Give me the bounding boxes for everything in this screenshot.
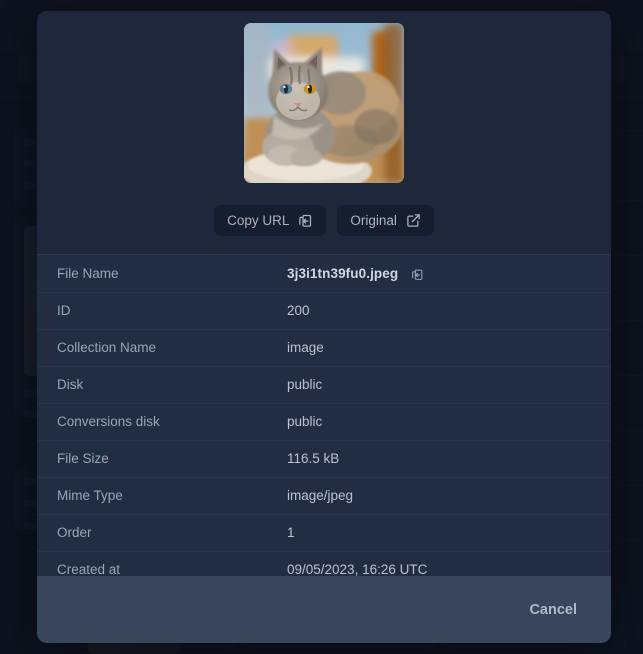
cancel-button[interactable]: Cancel xyxy=(517,594,589,626)
preview-image[interactable] xyxy=(244,23,404,183)
detail-value: 1 xyxy=(267,514,611,552)
modal-preview-section: Copy URL Original xyxy=(37,11,611,254)
detail-key: Created at xyxy=(37,551,267,576)
detail-value: image xyxy=(267,329,611,367)
original-label: Original xyxy=(350,212,397,228)
media-details-table-body: File Name 3j3i1tn39fu0.jpeg ID 200 Colle… xyxy=(37,255,611,576)
media-details-table: File Name 3j3i1tn39fu0.jpeg ID 200 Colle… xyxy=(37,255,611,576)
detail-key: Conversions disk xyxy=(37,403,267,441)
media-details-modal: Copy URL Original File Name 3j3i1tn39fu0… xyxy=(37,11,611,643)
table-row: File Size 116.5 kB xyxy=(37,440,611,478)
detail-value: 116.5 kB xyxy=(267,440,611,478)
table-row: Collection Name image xyxy=(37,329,611,367)
detail-value: 3j3i1tn39fu0.jpeg xyxy=(267,255,611,293)
table-row: Conversions disk public xyxy=(37,403,611,441)
detail-value: 09/05/2023, 16:26 UTC xyxy=(267,551,611,576)
copy-url-label: Copy URL xyxy=(227,212,290,228)
table-row: Mime Type image/jpeg xyxy=(37,477,611,515)
copy-url-button[interactable]: Copy URL xyxy=(214,205,327,236)
table-row: ID 200 xyxy=(37,292,611,330)
detail-value: image/jpeg xyxy=(267,477,611,515)
clipboard-copy-icon xyxy=(298,213,313,228)
detail-key: File Size xyxy=(37,440,267,478)
table-row: Order 1 xyxy=(37,514,611,552)
detail-key: ID xyxy=(37,292,267,330)
original-button[interactable]: Original xyxy=(337,205,434,236)
detail-key: Collection Name xyxy=(37,329,267,367)
detail-key: Disk xyxy=(37,366,267,404)
detail-value: public xyxy=(267,403,611,441)
modal-footer: Cancel xyxy=(37,576,611,643)
table-row: Created at 09/05/2023, 16:26 UTC xyxy=(37,551,611,576)
file-name-value: 3j3i1tn39fu0.jpeg xyxy=(287,265,399,281)
clipboard-copy-icon[interactable] xyxy=(411,268,424,281)
table-row: Disk public xyxy=(37,366,611,404)
detail-key: Mime Type xyxy=(37,477,267,515)
detail-key: Order xyxy=(37,514,267,552)
detail-value: 200 xyxy=(267,292,611,330)
detail-key: File Name xyxy=(37,255,267,293)
preview-action-buttons: Copy URL Original xyxy=(214,205,434,236)
table-row: File Name 3j3i1tn39fu0.jpeg xyxy=(37,255,611,293)
external-link-icon xyxy=(406,213,421,228)
detail-value: public xyxy=(267,366,611,404)
modal-details-section: File Name 3j3i1tn39fu0.jpeg ID 200 Colle… xyxy=(37,254,611,576)
